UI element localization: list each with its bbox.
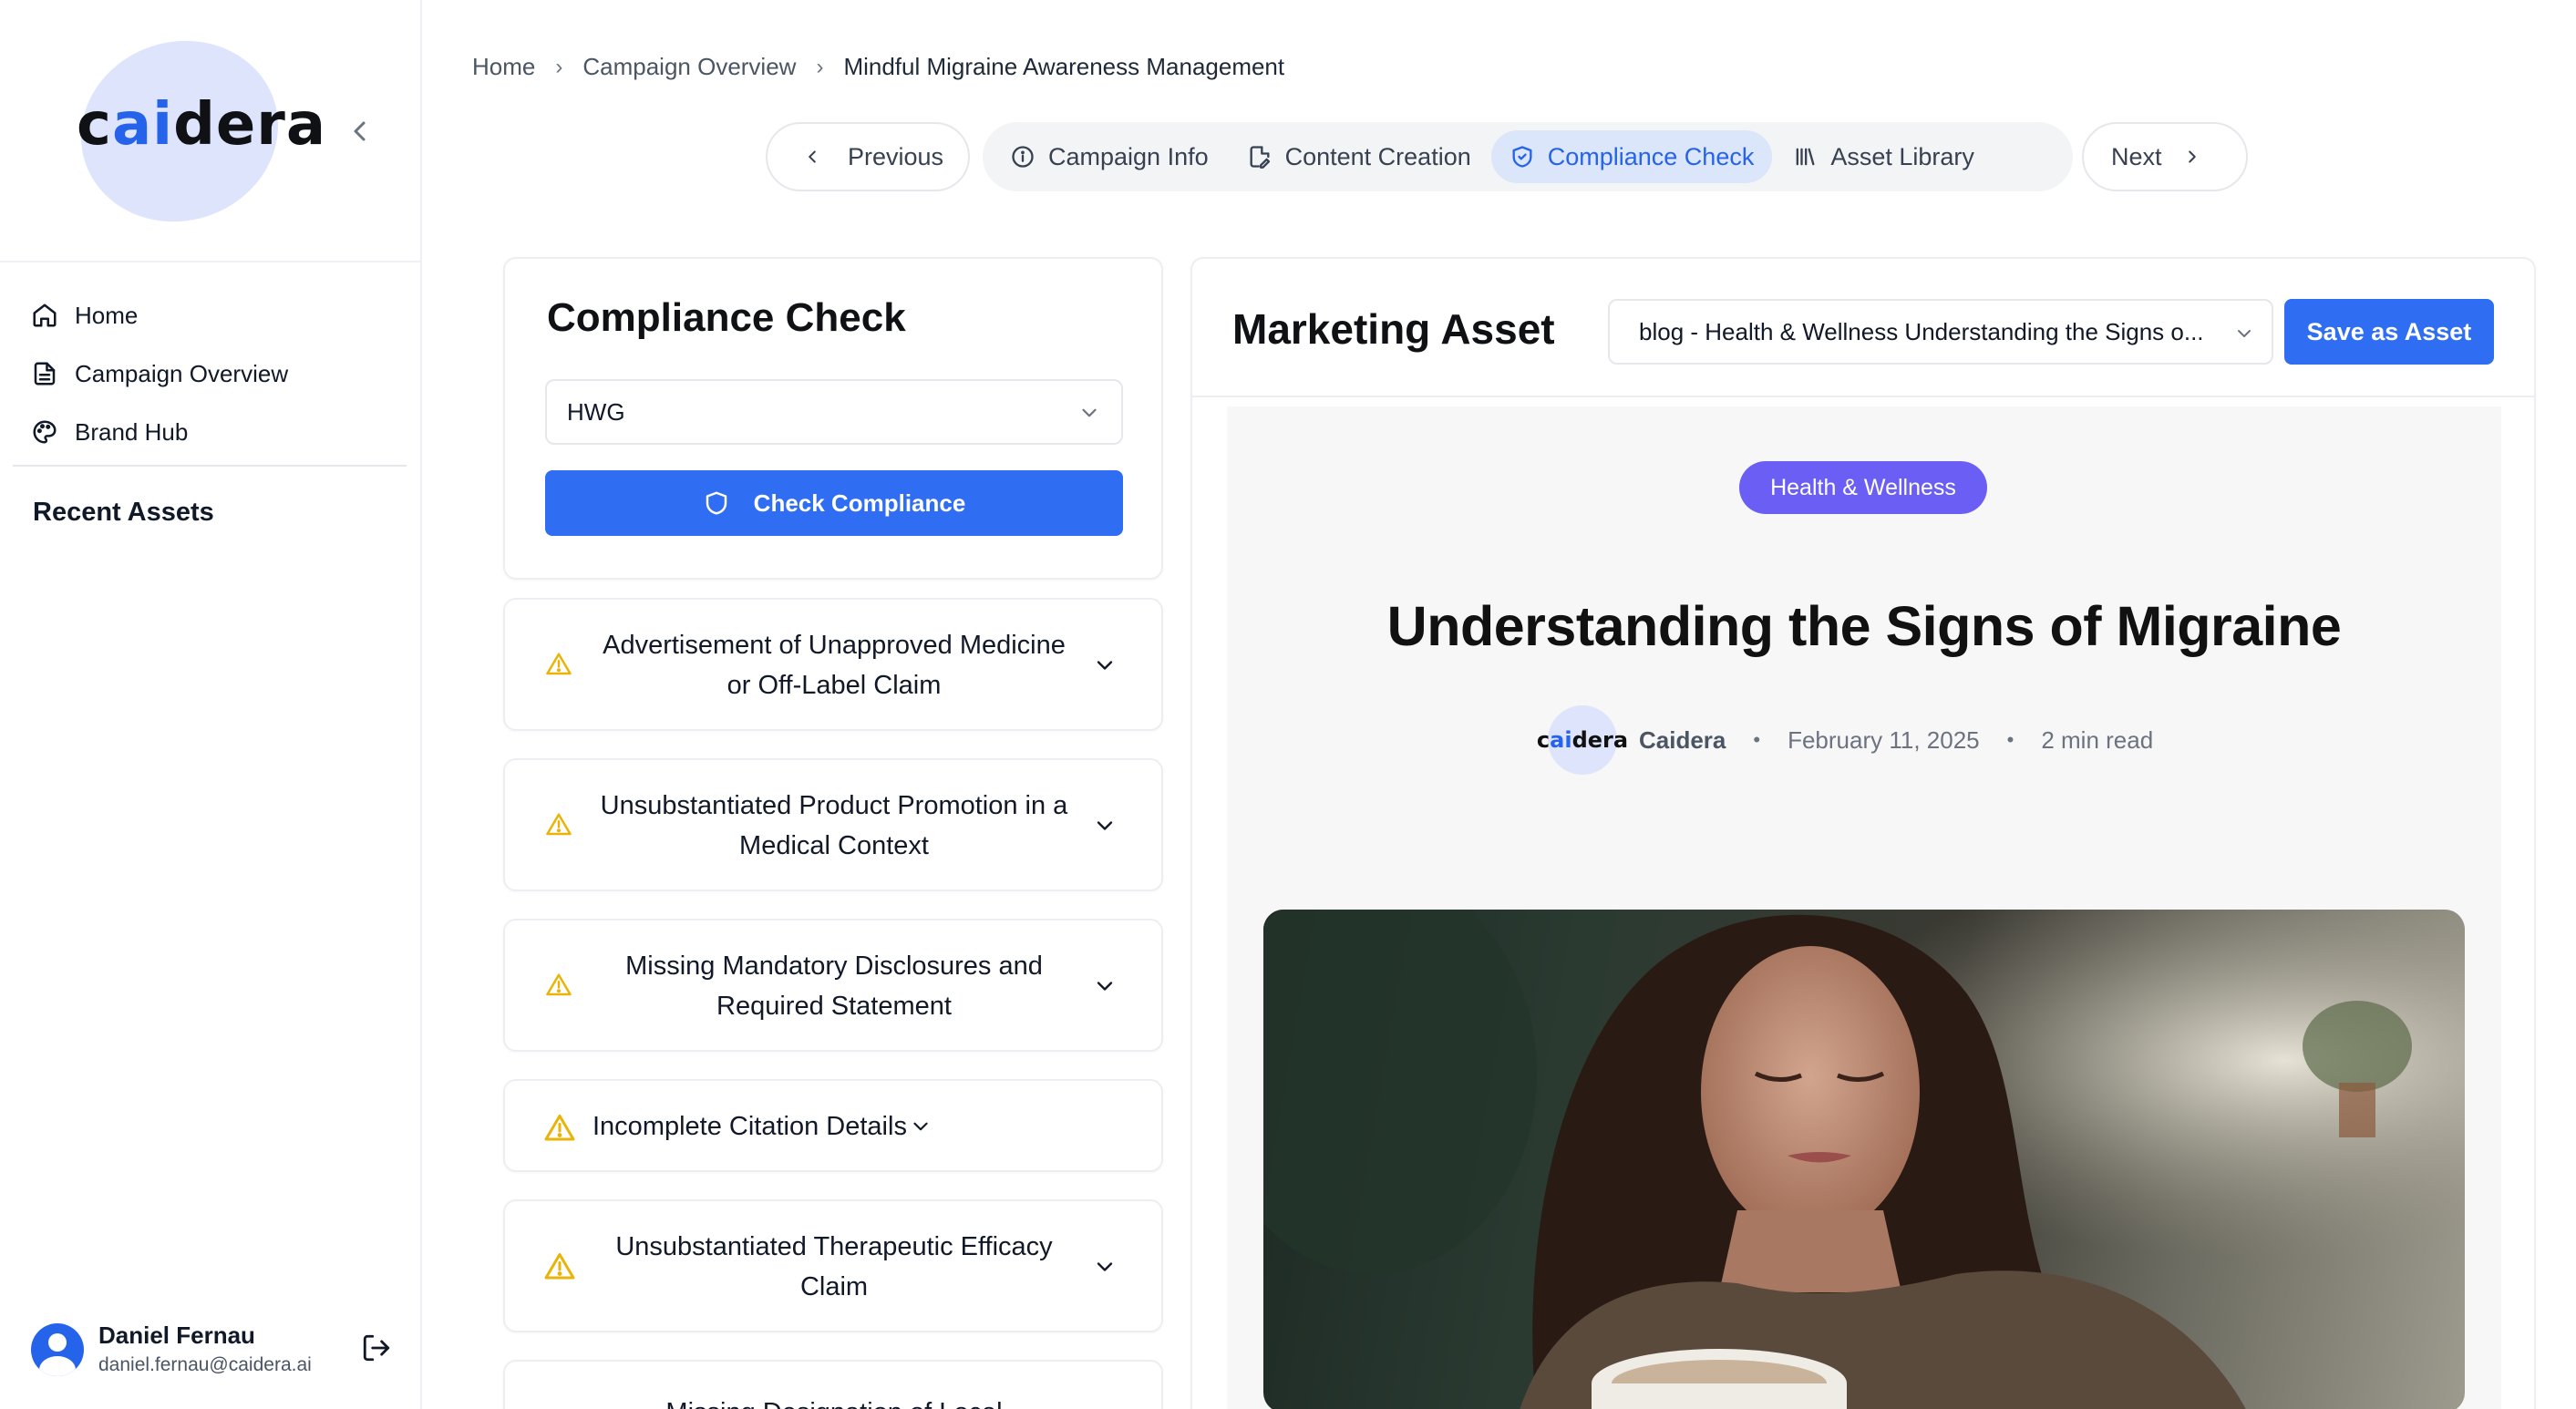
file-edit-icon xyxy=(1250,146,1270,169)
tab-label: Content Creation xyxy=(1284,142,1471,170)
compliance-issue-card[interactable]: Unsubstantiated Therapeutic Efficacy Cla… xyxy=(503,1199,1163,1332)
info-icon xyxy=(1012,146,1034,168)
breadcrumb-campaign-overview[interactable]: Campaign Overview xyxy=(582,53,796,81)
issue-title-row: Incomplete Citation Details xyxy=(592,1106,933,1147)
tab-compliance-check[interactable]: Compliance Check xyxy=(1490,130,1773,183)
tab-content-creation[interactable]: Content Creation xyxy=(1229,130,1489,183)
sidebar-item-campaign-overview[interactable]: Campaign Overview xyxy=(31,345,288,403)
tab-label: Asset Library xyxy=(1830,142,1974,170)
previous-label: Previous xyxy=(848,142,944,170)
check-compliance-label: Check Compliance xyxy=(753,489,966,517)
chevron-down-icon xyxy=(1082,408,1097,417)
hero-image-illustration xyxy=(1263,910,2465,1409)
shield-check-icon xyxy=(1512,146,1532,168)
separator-dot: • xyxy=(2006,728,2014,751)
step-tabs: Campaign Info Content Creation Complianc… xyxy=(983,122,2073,191)
sidebar-item-label: Brand Hub xyxy=(75,417,189,446)
post-meta: c ai dera Caidera • February 11, 2025 • 2 … xyxy=(1537,705,2154,775)
post-title: Understanding the Signs of Migraine xyxy=(1386,595,2342,657)
post-read-time: 2 min read xyxy=(2041,725,2154,754)
regulation-select[interactable]: HWG xyxy=(545,379,1123,445)
sidebar-divider xyxy=(13,465,407,467)
tab-asset-library[interactable]: Asset Library xyxy=(1774,130,1993,183)
issue-title: Unsubstantiated Therapeutic Efficacy Cla… xyxy=(615,1232,1053,1301)
caidera-logo[interactable]: caidera xyxy=(57,15,325,247)
breadcrumb-current: Mindful Migraine Awareness Management xyxy=(843,53,1285,80)
regulation-value: HWG xyxy=(567,397,625,426)
issue-title: Unsubstantiated Product Promotion in a M… xyxy=(600,791,1068,860)
marketing-asset-panel: Marketing Asset blog - Health & Wellness… xyxy=(1190,257,2536,1409)
chevron-right-icon xyxy=(2188,150,2196,163)
compliance-check-panel: Compliance Check HWG Check Compliance xyxy=(503,257,1163,580)
breadcrumb-home[interactable]: Home xyxy=(472,53,535,81)
warning-icon xyxy=(546,653,572,675)
chevron-right-icon: › xyxy=(555,54,563,79)
compliance-issue-card[interactable]: Unsubstantiated Product Promotion in a M… xyxy=(503,758,1163,891)
sidebar: caidera Home Campaign Overview Brand Hub… xyxy=(0,0,422,1409)
next-label: Next xyxy=(2111,142,2162,170)
issue-title: Missing Designation of Local xyxy=(592,1393,1076,1409)
tab-campaign-info[interactable]: Campaign Info xyxy=(992,130,1227,183)
shield-icon xyxy=(706,491,726,515)
issue-title: Advertisement of Unapproved Medicine or … xyxy=(603,631,1066,700)
compliance-issue-card[interactable]: Advertisement of Unapproved Medicine or … xyxy=(503,598,1163,731)
warning-icon xyxy=(544,1253,575,1280)
library-icon xyxy=(1797,148,1815,166)
post-date: February 11, 2025 xyxy=(1788,725,1980,754)
home-icon xyxy=(33,303,57,327)
warning-icon xyxy=(546,813,572,836)
author-logo: c ai dera xyxy=(1537,705,1628,775)
warning-icon xyxy=(546,973,572,996)
chevron-down-icon[interactable] xyxy=(909,1115,933,1138)
sidebar-item-brand-hub[interactable]: Brand Hub xyxy=(31,403,288,461)
chevron-down-icon[interactable] xyxy=(1092,1254,1118,1280)
chevron-right-icon: › xyxy=(816,54,824,79)
compliance-issue-card[interactable]: Incomplete Citation Details xyxy=(503,1079,1163,1172)
sidebar-item-label: Home xyxy=(75,301,139,329)
chevron-down-icon xyxy=(2238,330,2251,337)
panel-divider xyxy=(1192,396,2534,397)
separator-dot: • xyxy=(1753,728,1761,751)
tab-label: Compliance Check xyxy=(1547,142,1755,170)
asset-select-value: blog - Health & Wellness Understanding t… xyxy=(1639,317,2204,345)
user-name: Daniel Fernau xyxy=(98,1322,255,1349)
document-icon xyxy=(34,362,56,386)
palette-icon xyxy=(33,420,57,444)
recent-assets-heading: Recent Assets xyxy=(33,498,214,527)
logout-icon[interactable] xyxy=(361,1332,392,1363)
issue-title: Missing Mandatory Disclosures and Requir… xyxy=(625,951,1043,1021)
post-author: Caidera xyxy=(1639,725,1726,754)
compliance-issue-card[interactable]: Missing Designation of Local xyxy=(503,1360,1163,1409)
chevron-left-icon xyxy=(809,150,816,163)
category-badge: Health & Wellness xyxy=(1739,461,1987,514)
chevron-down-icon[interactable] xyxy=(1092,813,1118,838)
asset-select[interactable]: blog - Health & Wellness Understanding t… xyxy=(1608,299,2273,365)
sidebar-item-label: Campaign Overview xyxy=(75,359,289,387)
compliance-check-title: Compliance Check xyxy=(547,295,906,340)
save-as-asset-button[interactable]: Save as Asset xyxy=(2284,299,2494,365)
user-profile[interactable]: Daniel Fernau daniel.fernau@caidera.ai xyxy=(31,1316,396,1380)
sidebar-nav: Home Campaign Overview Brand Hub xyxy=(31,286,288,461)
collapse-sidebar-icon[interactable] xyxy=(345,115,377,148)
breadcrumb: Home › Campaign Overview › Mindful Migra… xyxy=(472,53,1284,81)
issue-title: Incomplete Citation Details xyxy=(592,1112,907,1141)
warning-icon xyxy=(544,1115,575,1141)
blog-preview: Health & Wellness Understanding the Sign… xyxy=(1227,406,2501,1409)
hero-image xyxy=(1263,910,2465,1409)
sidebar-item-home[interactable]: Home xyxy=(31,286,288,345)
tab-label: Campaign Info xyxy=(1048,142,1209,170)
avatar xyxy=(31,1323,84,1376)
next-button[interactable]: Next xyxy=(2082,122,2248,191)
compliance-issue-card[interactable]: Missing Mandatory Disclosures and Requir… xyxy=(503,919,1163,1052)
chevron-down-icon[interactable] xyxy=(1092,653,1118,678)
logo-wordmark: caidera xyxy=(77,91,327,159)
sidebar-divider xyxy=(0,261,420,262)
previous-button[interactable]: Previous xyxy=(766,122,970,191)
user-email: daniel.fernau@caidera.ai xyxy=(98,1354,312,1375)
check-compliance-button[interactable]: Check Compliance xyxy=(545,470,1123,536)
marketing-asset-title: Marketing Asset xyxy=(1232,305,1555,353)
chevron-down-icon[interactable] xyxy=(1092,973,1118,999)
